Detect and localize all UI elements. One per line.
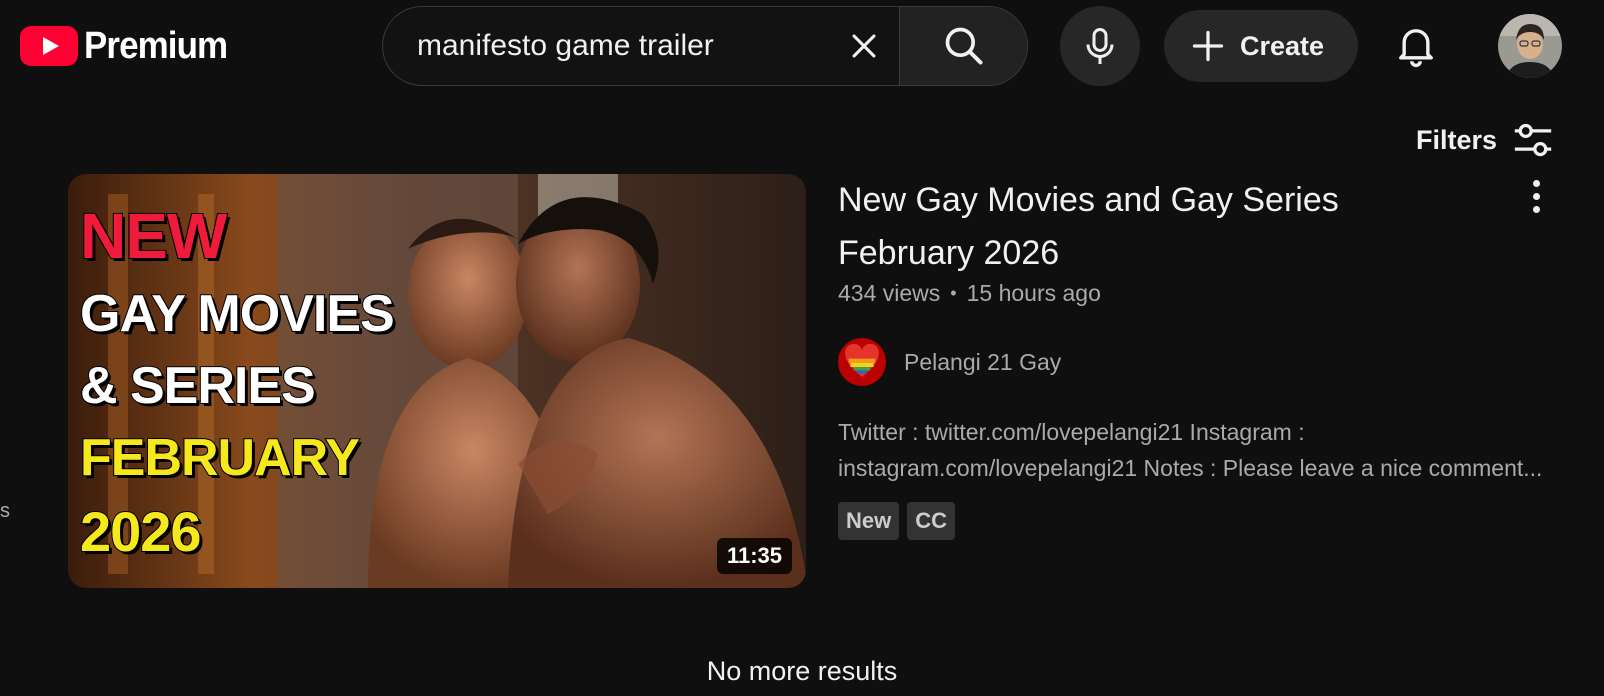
youtube-play-icon [20,26,78,66]
video-more-actions-button[interactable] [1516,172,1556,220]
bell-icon [1399,29,1433,68]
notifications-button[interactable] [1384,14,1448,78]
search-bar [382,6,1028,86]
video-metadata: 434 views • 15 hours ago [838,280,1101,307]
kebab-dot [1532,192,1540,200]
create-button[interactable]: Create [1164,10,1358,82]
rainbow-heart-icon [845,343,879,377]
upload-time: 15 hours ago [966,280,1101,306]
search-results-page: Premium Create [0,0,1604,696]
microphone-icon [1086,28,1114,64]
channel-link[interactable]: Pelangi 21 Gay [838,338,1061,386]
clear-search-button[interactable] [829,7,899,85]
kebab-dot [1532,179,1540,187]
search-button[interactable] [899,7,1027,85]
sidebar-edge-text: s [0,500,10,522]
no-more-results-text: No more results [706,656,898,686]
description-line: Twitter : twitter.com/lovepelangi21 Inst… [838,419,1305,445]
meta-separator: • [950,283,957,303]
description-line: instagram.com/lovepelangi21 Notes : Plea… [838,455,1543,481]
sliders-icon [1514,123,1552,157]
user-avatar-icon [1498,14,1562,78]
badge-cc: CC [907,502,956,540]
video-duration: 11:35 [716,538,792,574]
search-icon [945,27,983,65]
badge-new: New [838,502,900,540]
thumbnail-text-year: 2026 [79,500,203,563]
thumbnail-text-gay-movies: GAY MOVIES [79,285,396,343]
video-description: Twitter : twitter.com/lovepelangi21 Inst… [838,414,1574,486]
account-avatar[interactable] [1498,14,1562,78]
logo-text: Premium [84,24,228,67]
video-thumbnail[interactable]: NEW GAY MOVIES & SERIES FEBRUARY 2026 11… [68,174,806,588]
video-badges: New CC [838,502,956,540]
channel-name: Pelangi 21 Gay [904,348,1062,375]
filters-button[interactable]: Filters [1416,116,1555,164]
voice-search-button[interactable] [1060,6,1140,86]
kebab-dot [1532,205,1540,213]
filters-label: Filters [1416,124,1498,155]
video-title[interactable]: New Gay Movies and Gay Series February 2… [838,174,1478,280]
thumbnail-text-february: FEBRUARY [79,429,361,487]
thumbnail-text-new: NEW [79,200,228,272]
plus-icon [1192,30,1224,62]
search-input[interactable] [383,7,829,85]
thumbnail-text-series: & SERIES [79,357,317,415]
channel-avatar[interactable] [838,338,886,386]
create-label: Create [1240,30,1325,61]
view-count: 434 views [838,280,941,306]
youtube-premium-logo[interactable]: Premium [20,24,240,68]
close-icon [852,34,876,58]
